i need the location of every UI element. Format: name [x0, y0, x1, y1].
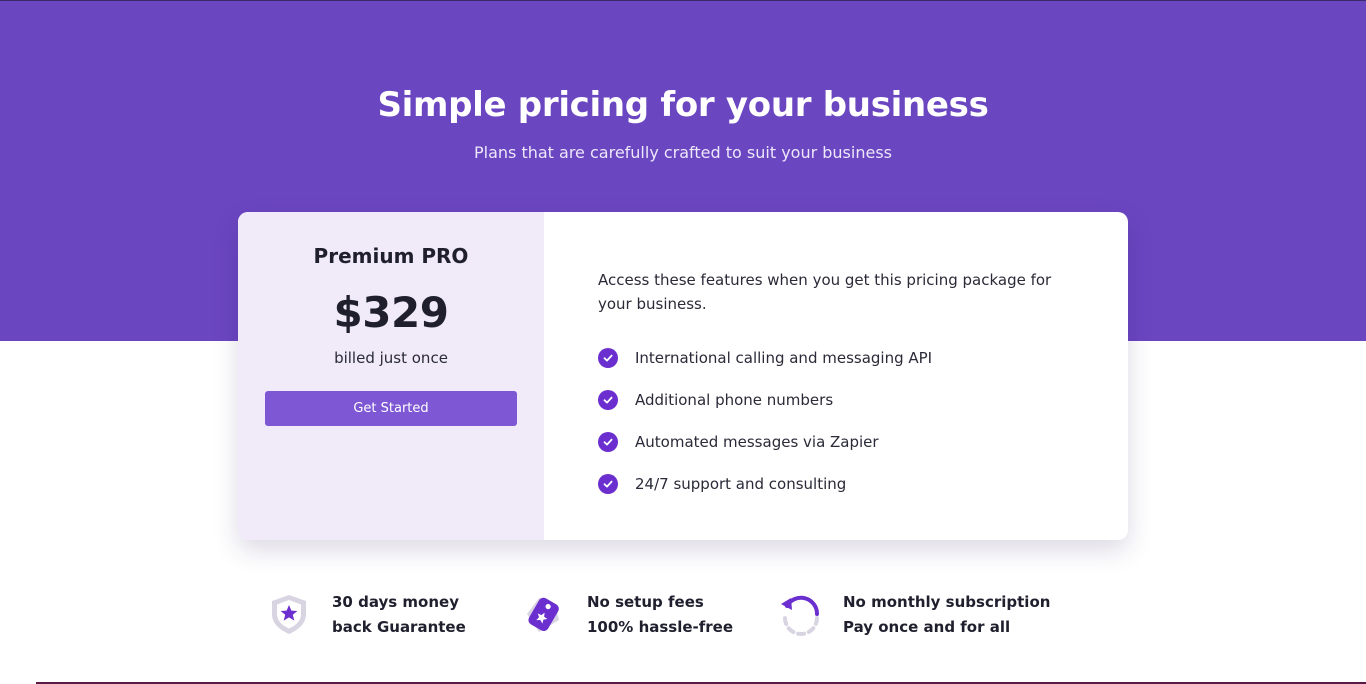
get-started-button[interactable]: Get Started: [265, 391, 517, 426]
list-item: 24/7 support and consulting: [598, 463, 932, 505]
guarantee-label: 30 days money back Guarantee: [332, 593, 466, 636]
guarantee-label: No monthly subscription Pay once and for…: [843, 593, 1051, 636]
page-title: Simple pricing for your business: [377, 85, 989, 125]
shield-star-icon: [266, 590, 312, 636]
plan-billing-note: billed just once: [334, 349, 448, 367]
feature-label: 24/7 support and consulting: [635, 475, 847, 493]
list-item: International calling and messaging API: [598, 337, 932, 379]
refresh-icon: [777, 590, 823, 636]
list-item: Additional phone numbers: [598, 379, 932, 421]
page-subtitle: Plans that are carefully crafted to suit…: [473, 143, 892, 162]
price-tag-icon: [521, 590, 567, 636]
pricing-card: Premium PRO $329 billed just once Get St…: [238, 212, 1128, 540]
check-icon: [598, 474, 618, 494]
feature-label: International calling and messaging API: [635, 349, 933, 367]
guarantees-row: 30 days money back Guarantee No setup fe…: [0, 590, 1366, 650]
guarantee-no-subscription: No monthly subscription Pay once and for…: [777, 590, 1068, 640]
guarantee-money-back: 30 days money back Guarantee: [266, 590, 497, 640]
feature-list: International calling and messaging API …: [598, 337, 932, 505]
check-icon: [598, 390, 618, 410]
list-item: Automated messages via Zapier: [598, 421, 932, 463]
check-icon: [598, 348, 618, 368]
feature-label: Automated messages via Zapier: [635, 433, 879, 451]
plan-name: Premium PRO: [313, 244, 469, 268]
check-icon: [598, 432, 618, 452]
plan-panel: Premium PRO $329 billed just once Get St…: [238, 212, 544, 540]
features-intro: Access these features when you get this …: [598, 271, 1052, 313]
plan-price: $329: [333, 288, 449, 337]
guarantee-no-setup-fees: No setup fees 100% hassle-free: [521, 590, 752, 640]
feature-label: Additional phone numbers: [635, 391, 834, 409]
guarantee-label: No setup fees 100% hassle-free: [587, 593, 734, 636]
features-panel: Access these features when you get this …: [544, 212, 1128, 540]
